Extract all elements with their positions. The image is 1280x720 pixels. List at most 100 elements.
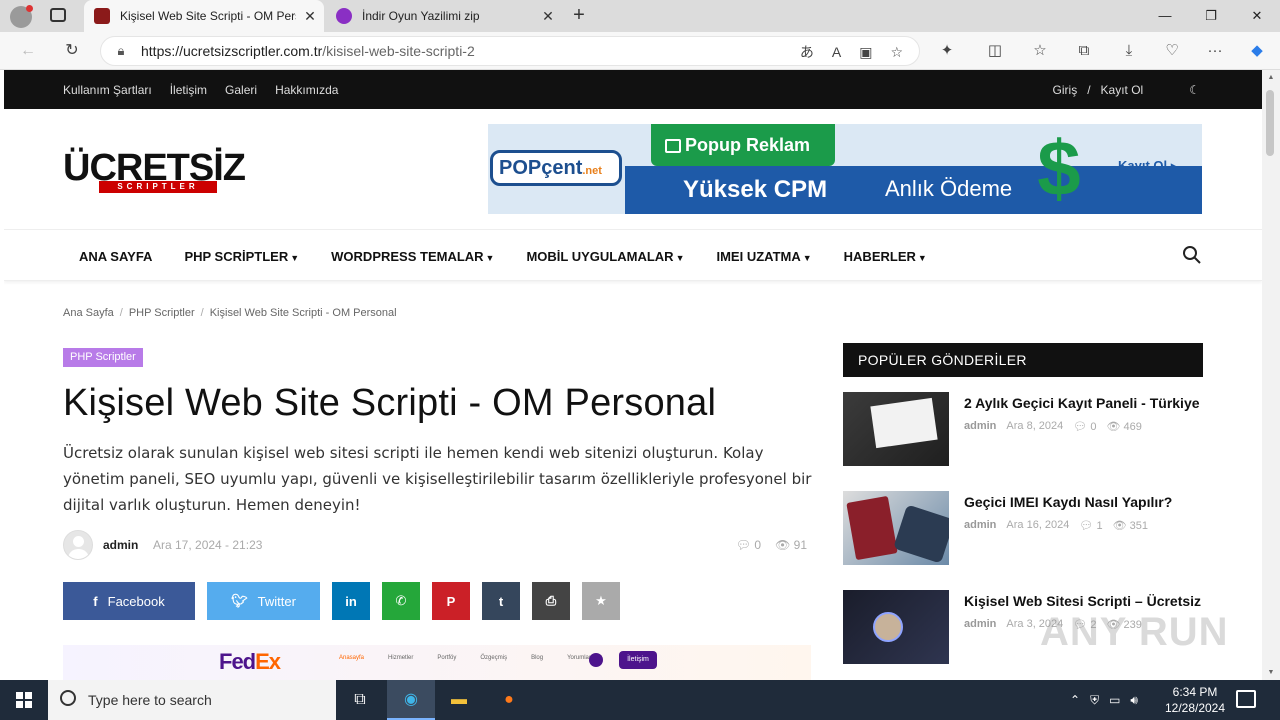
preview-menu-item: Hizmetler — [388, 655, 414, 661]
fedex-logo: FedEx — [219, 649, 281, 675]
url-path: /kisisel-web-site-scripti-2 — [322, 43, 475, 59]
nav-item-php-scripts[interactable]: PHP SCRİPTLER ▼ — [184, 249, 299, 264]
topbar-link-contact[interactable]: İletişim — [170, 83, 207, 97]
dark-mode-toggle-icon[interactable]: ☾ — [1189, 83, 1200, 97]
share-whatsapp-button[interactable]: ✆ — [382, 582, 420, 620]
breadcrumb-category[interactable]: PHP Scriptler — [129, 307, 195, 319]
popular-post-title[interactable]: 2 Aylık Geçici Kayıt Paneli - Türkiye — [964, 395, 1209, 411]
browser-tab-active[interactable]: Kişisel Web Site Scripti - OM Pers ✕ — [84, 0, 324, 32]
share-twitter-button[interactable]: 🐦︎ Twitter — [207, 582, 320, 620]
topbar-link-gallery[interactable]: Galeri — [225, 83, 257, 97]
nav-item-imei[interactable]: IMEI UZATMA ▼ — [716, 249, 811, 264]
post-thumbnail[interactable] — [843, 392, 949, 466]
share-pinterest-button[interactable]: P — [432, 582, 470, 620]
read-aloud-icon[interactable]: A — [832, 44, 841, 60]
restore-button[interactable]: ❐ — [1188, 0, 1234, 32]
breadcrumb: Ana Sayfa / PHP Scriptler / Kişisel Web … — [63, 307, 397, 319]
category-badge[interactable]: PHP Scriptler — [63, 348, 143, 367]
collections-icon[interactable]: ⧉ — [1073, 41, 1095, 61]
dollar-icon: $ — [1037, 124, 1081, 212]
breadcrumb-home[interactable]: Ana Sayfa — [63, 307, 114, 319]
translate-icon[interactable]: あ — [800, 42, 814, 62]
banner-brand: POPçent.net — [490, 150, 622, 186]
favorite-star-icon[interactable]: ☆ — [890, 44, 903, 61]
print-button[interactable]: ⎙ — [532, 582, 570, 620]
tab-close-icon[interactable]: ✕ — [534, 8, 562, 25]
split-screen-icon[interactable]: ◫ — [984, 41, 1006, 61]
network-icon[interactable]: ▭ — [1109, 693, 1120, 707]
taskbar-clock[interactable]: 6:34 PM 12/28/2024 — [1160, 684, 1230, 716]
popular-post[interactable]: 2 Aylık Geçici Kayıt Paneli - Türkiye ad… — [843, 392, 1203, 466]
logo-subtext: SCRIPTLER — [99, 181, 217, 193]
favorites-icon[interactable]: ☆ — [1029, 41, 1051, 61]
nav-item-label: PHP SCRİPTLER — [184, 248, 289, 264]
popular-post-author[interactable]: admin — [964, 420, 996, 433]
ad-banner[interactable]: POPçent.net Popup Reklam Yüksek CPM Anlı… — [488, 124, 1202, 214]
site-logo[interactable]: ÜCRETSİZ SCRIPTLER — [63, 149, 255, 193]
banner-popup-label: Popup Reklam — [651, 124, 835, 166]
app-available-icon[interactable]: ▣ — [859, 44, 872, 61]
page-scrollbar[interactable]: ▲ ▼ — [1262, 70, 1280, 680]
new-tab-button[interactable]: + — [566, 4, 592, 28]
address-bar[interactable]: 🔒︎ https://ucretsizscriptler.com.tr/kisi… — [100, 36, 920, 66]
comment-count: 💬︎ 1 — [1079, 519, 1102, 532]
register-link[interactable]: Kayıt Ol — [1101, 83, 1144, 97]
windows-start-icon[interactable] — [0, 680, 48, 720]
tab-actions-icon[interactable] — [50, 8, 66, 22]
popular-post[interactable]: Geçici IMEI Kaydı Nasıl Yapılır? admin A… — [843, 491, 1203, 565]
avatar[interactable] — [63, 530, 93, 560]
refresh-button[interactable]: ↻ — [60, 40, 84, 62]
scroll-down-icon[interactable]: ▼ — [1266, 669, 1276, 676]
nav-item-wordpress-themes[interactable]: WORDPRESS TEMALAR ▼ — [331, 249, 494, 264]
nav-item-home[interactable]: ANA SAYFA — [79, 249, 152, 264]
post-thumbnail[interactable] — [843, 590, 949, 664]
scrollbar-thumb[interactable] — [1266, 90, 1274, 156]
banner-cta[interactable]: Kayıt Ol ▸ — [1118, 158, 1177, 174]
tray-security-icon[interactable]: ⛨ — [1090, 693, 1099, 708]
favorite-button[interactable]: ★ — [582, 582, 620, 620]
firefox-icon[interactable]: ● — [485, 680, 533, 720]
banner-cta-label: Kayıt Ol — [1118, 158, 1168, 173]
post-date: Ara 17, 2024 - 21:23 — [153, 538, 263, 552]
scroll-up-icon[interactable]: ▲ — [1266, 74, 1276, 81]
more-menu-icon[interactable]: ··· — [1204, 41, 1226, 61]
browser-essentials-icon[interactable]: ♡ — [1161, 41, 1183, 61]
search-icon — [60, 690, 76, 706]
edge-taskbar-icon[interactable]: ◉ — [387, 680, 435, 720]
minimize-button[interactable]: — — [1142, 0, 1188, 32]
browser-toolbar: ← ↻ 🔒︎ https://ucretsizscriptler.com.tr /… — [0, 32, 1280, 70]
topbar-link-terms[interactable]: Kullanım Şartları — [63, 83, 152, 97]
tab-title: Kişisel Web Site Scripti - OM Pers — [120, 9, 296, 23]
profile-icon[interactable] — [10, 5, 33, 28]
task-view-icon[interactable]: ⧉ — [336, 680, 384, 720]
post-thumbnail[interactable] — [843, 491, 949, 565]
nav-item-news[interactable]: HABERLER ▼ — [844, 249, 927, 264]
sidebar-heading: POPÜLER GÖNDERİLER — [843, 343, 1203, 377]
volume-icon[interactable]: 🔊︎ — [1130, 693, 1138, 708]
popular-post-title[interactable]: Kişisel Web Sitesi Scripti – Ücretsiz — [964, 593, 1209, 609]
login-link[interactable]: Giriş — [1053, 83, 1078, 97]
tab-close-icon[interactable]: ✕ — [296, 8, 324, 25]
popular-post-author[interactable]: admin — [964, 519, 996, 532]
post-author[interactable]: admin — [103, 538, 138, 552]
share-facebook-button[interactable]: f Facebook — [63, 582, 195, 620]
downloads-icon[interactable]: ⤓ — [1118, 41, 1140, 61]
nav-item-mobile-apps[interactable]: MOBİL UYGULAMALAR ▼ — [526, 249, 684, 264]
popular-post-title[interactable]: Geçici IMEI Kaydı Nasıl Yapılır? — [964, 494, 1209, 510]
share-tumblr-button[interactable]: t — [482, 582, 520, 620]
search-icon[interactable] — [1182, 245, 1202, 265]
file-explorer-icon[interactable]: ▬ — [435, 680, 483, 720]
taskbar-search-box[interactable]: Type here to search — [48, 680, 336, 720]
back-button[interactable]: ← — [16, 40, 40, 62]
preview-menu-item: Anasayfa — [339, 655, 365, 661]
lock-icon[interactable]: 🔒︎ — [101, 43, 141, 59]
notification-center-icon[interactable] — [1236, 690, 1256, 708]
extensions-icon[interactable]: ✦ — [936, 41, 958, 61]
share-linkedin-button[interactable]: in — [332, 582, 370, 620]
copilot-icon[interactable]: ◆ — [1246, 41, 1268, 61]
popular-post-author[interactable]: admin — [964, 618, 996, 631]
tray-expand-icon[interactable]: ⌃ — [1070, 693, 1080, 707]
topbar-link-about[interactable]: Hakkımızda — [275, 83, 338, 97]
close-window-button[interactable]: ✕ — [1234, 0, 1280, 32]
browser-tab-inactive[interactable]: İndir Oyun Yazilimi zip ✕ — [326, 0, 562, 32]
